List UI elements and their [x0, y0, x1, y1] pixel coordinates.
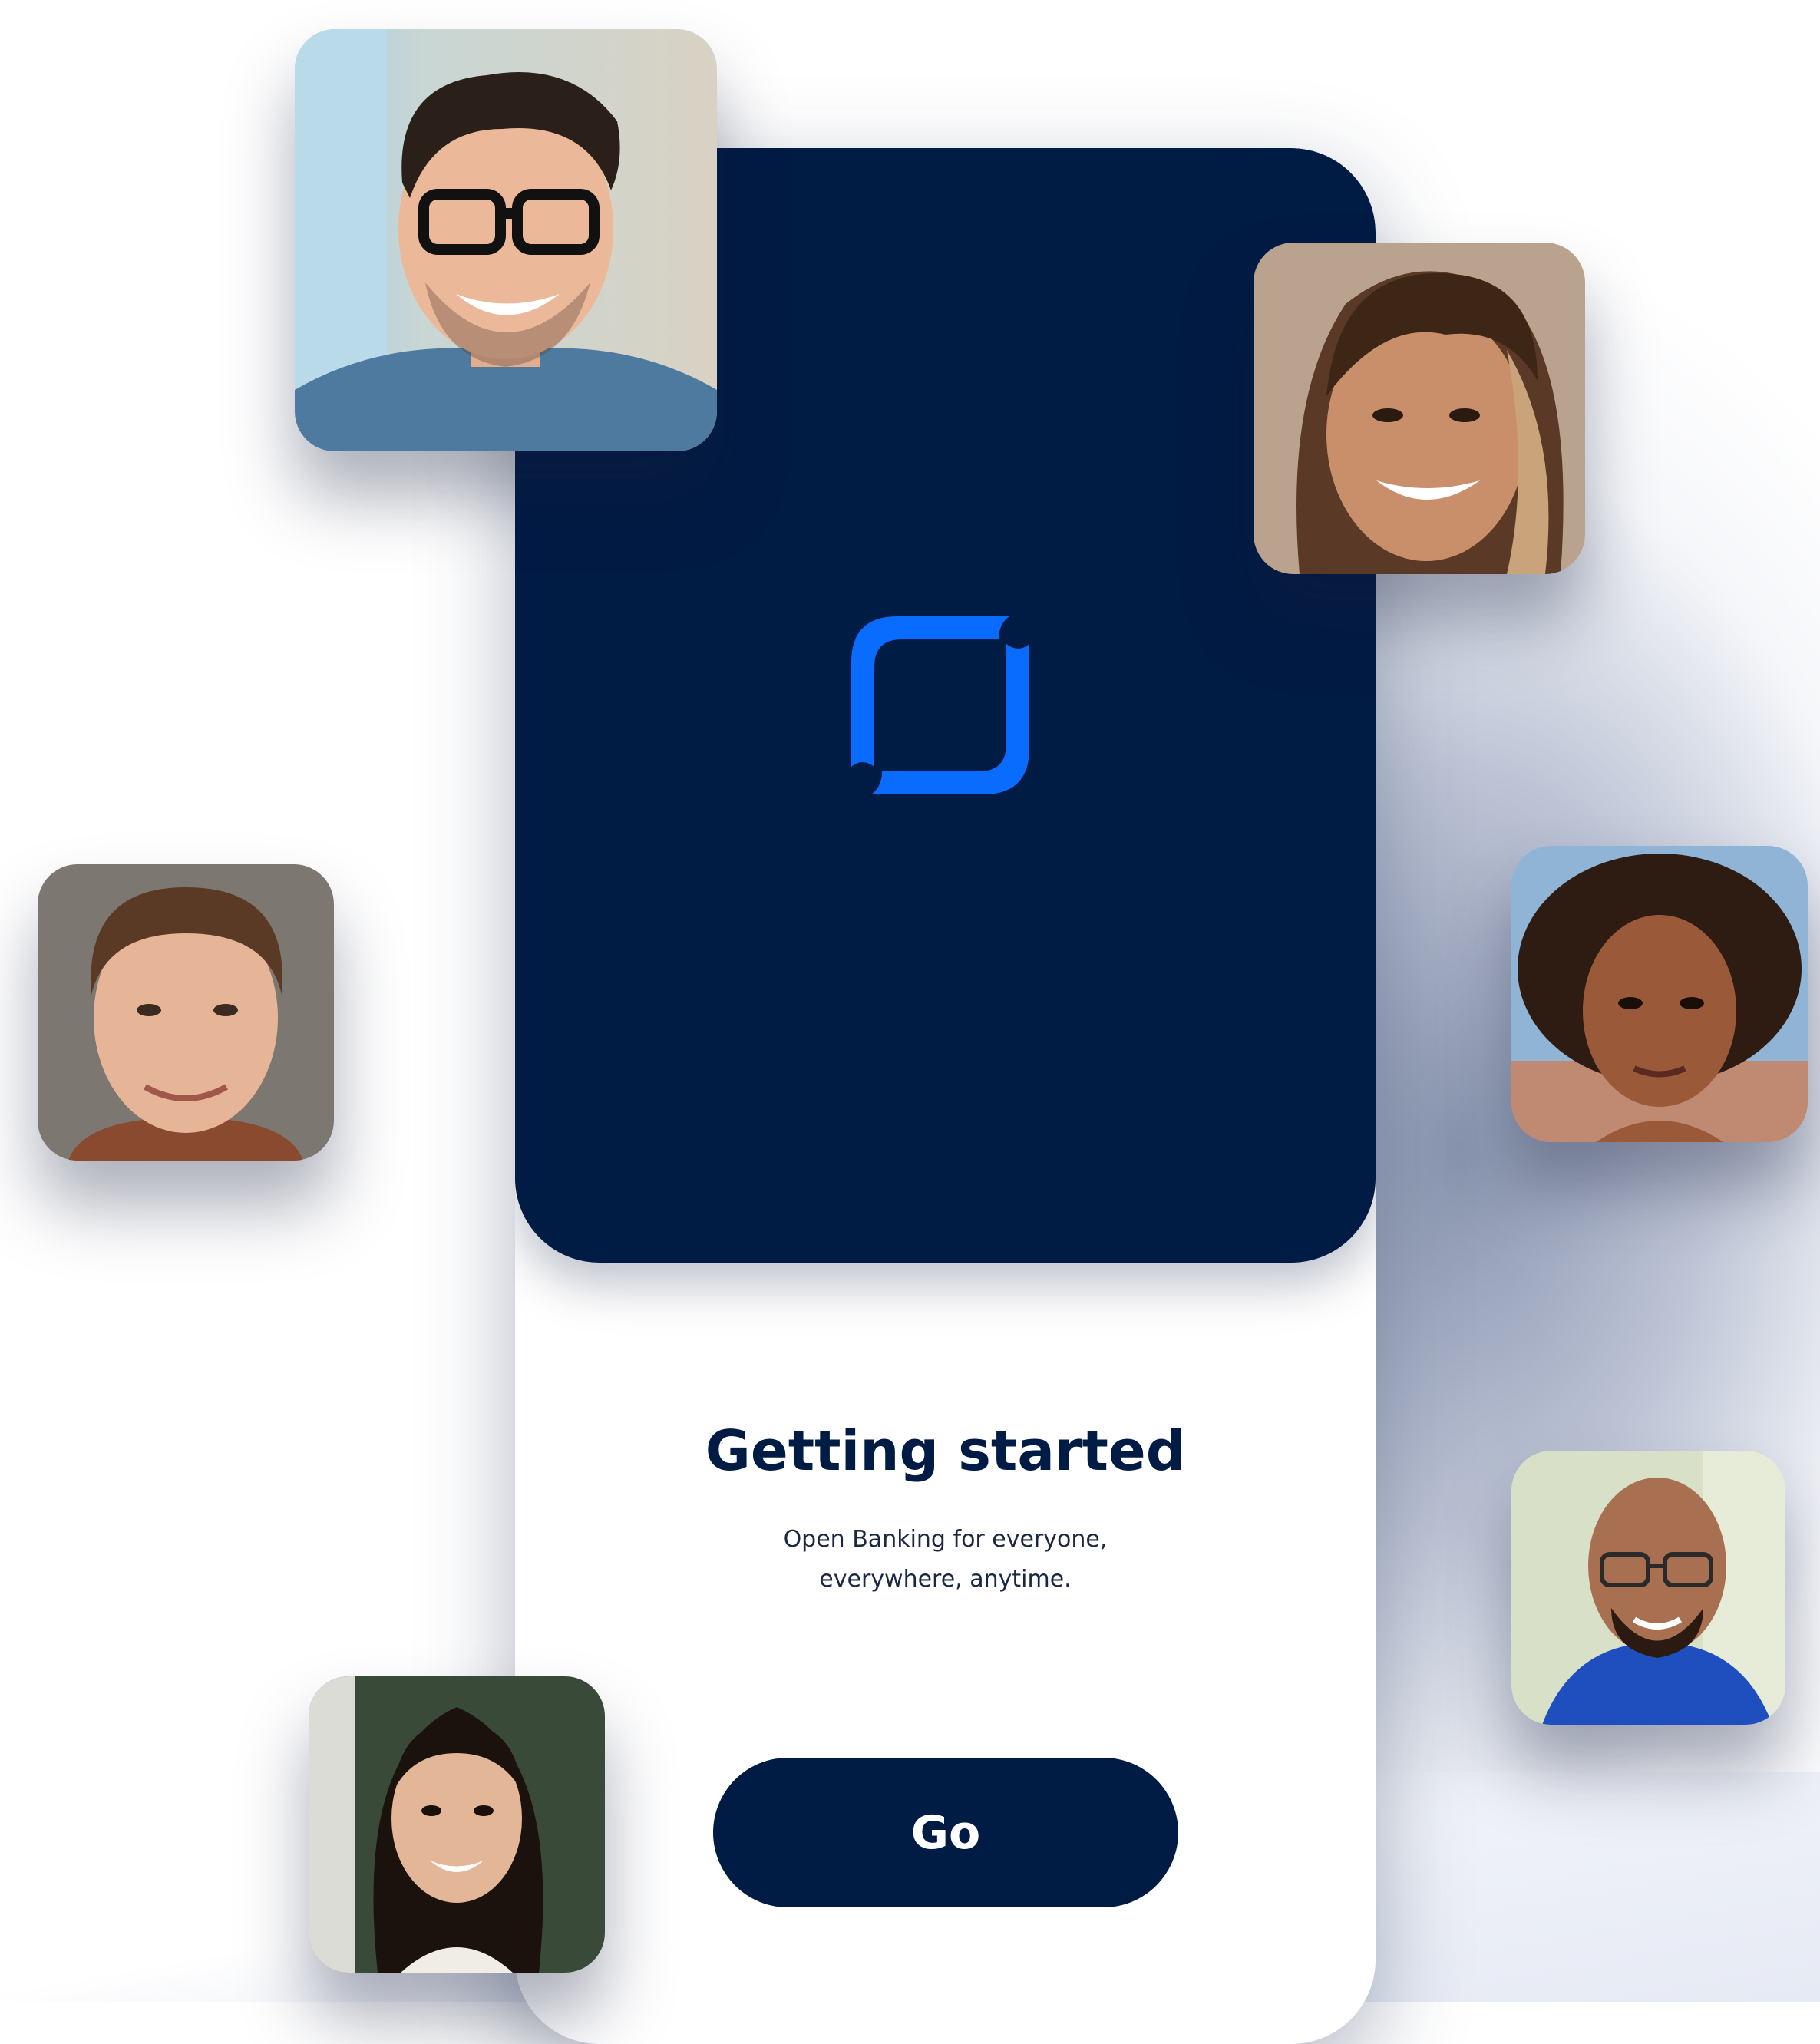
woman-long-hair-avatar-image — [309, 1676, 605, 1973]
go-button[interactable]: Go — [713, 1758, 1178, 1907]
bracket-square-logo-icon — [851, 616, 1029, 794]
man-smiling-avatar — [38, 864, 334, 1161]
woman-bangs-avatar-image — [1254, 243, 1585, 574]
woman-curly-hair-avatar — [1511, 846, 1808, 1142]
subtitle-line-2: everywhere, anytime. — [819, 1566, 1072, 1593]
man-smiling-avatar-image — [38, 864, 334, 1161]
page-subtitle: Open Banking for everyone, everywhere, a… — [515, 1520, 1376, 1600]
bald-man-glasses-avatar — [1511, 1451, 1785, 1725]
man-glasses-avatar-image — [295, 29, 717, 451]
bald-man-glasses-avatar-image — [1511, 1451, 1785, 1725]
page-title: Getting started — [705, 1418, 1186, 1483]
woman-curly-hair-avatar-image — [1511, 846, 1808, 1142]
subtitle-line-1: Open Banking for everyone, — [783, 1526, 1108, 1553]
man-glasses-avatar — [295, 29, 717, 451]
woman-bangs-avatar — [1254, 243, 1585, 574]
woman-long-hair-avatar — [309, 1676, 605, 1973]
